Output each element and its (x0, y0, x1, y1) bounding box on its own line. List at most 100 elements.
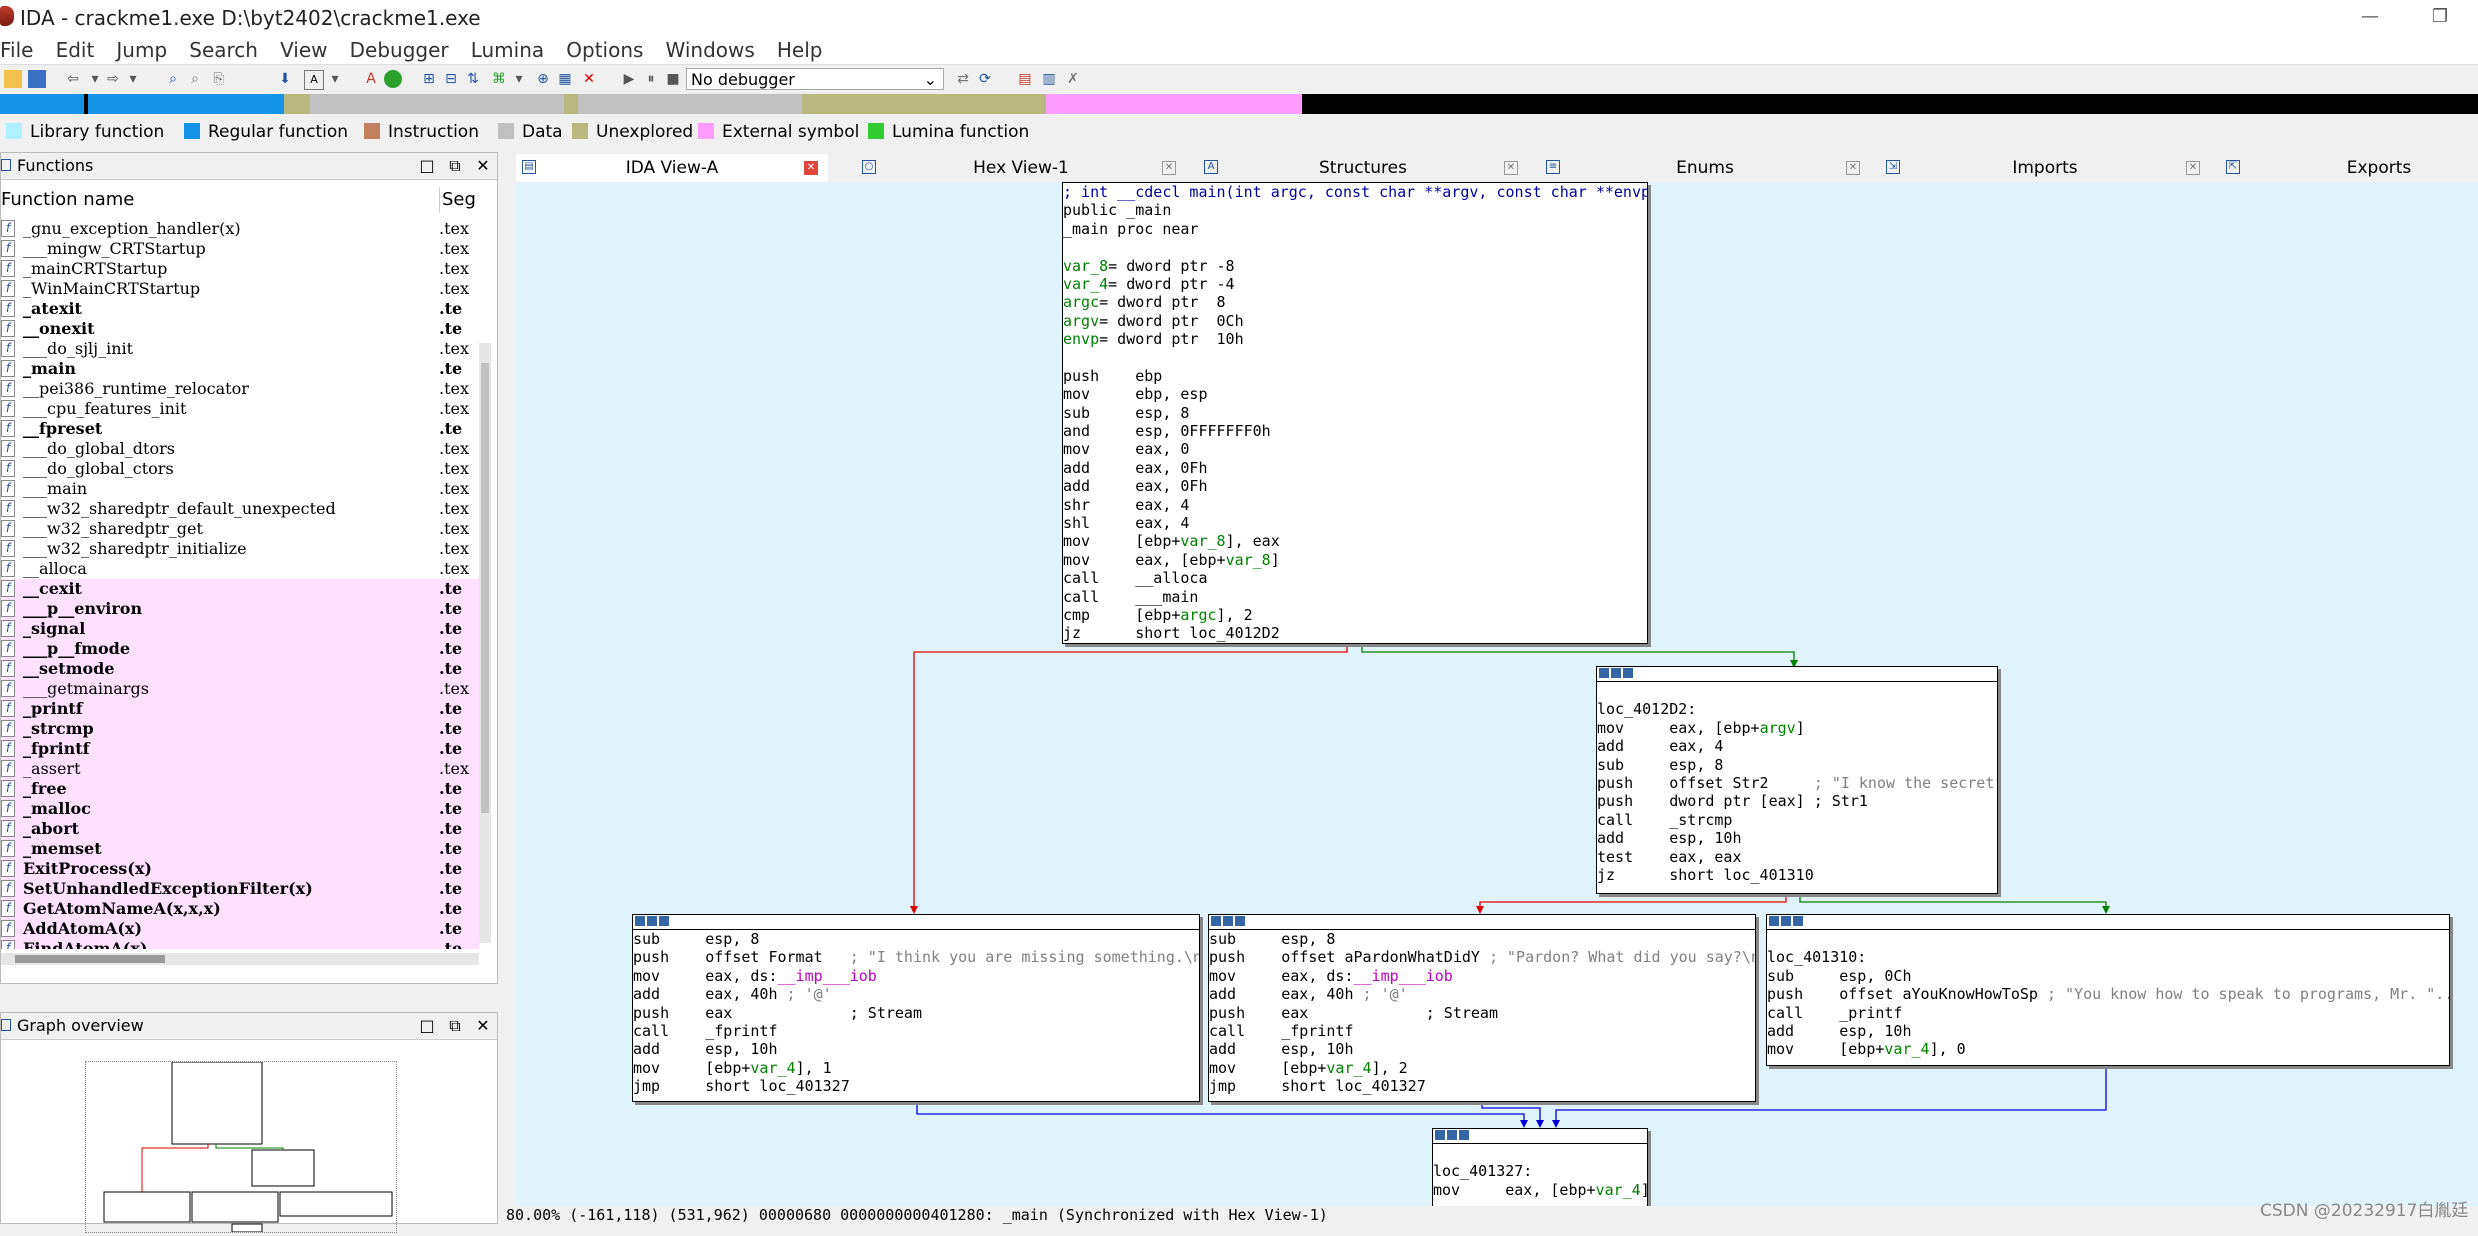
block-group-icon[interactable] (1223, 916, 1233, 926)
asm-line[interactable]: mov eax, ds:__imp___iob (1209, 967, 1755, 985)
xrefs-icon[interactable]: ⇅ (464, 70, 482, 88)
asm-line[interactable]: envp= dword ptr 10h (1063, 330, 1647, 348)
function-row[interactable]: f _WinMainCRTStartup .tex (1, 279, 479, 299)
function-row[interactable]: f _signal .te (1, 619, 479, 639)
scrollbar-thumb[interactable] (481, 363, 489, 813)
start-debugger-icon[interactable]: ▶ (620, 70, 638, 88)
forward-icon[interactable]: ⇨ (104, 70, 122, 88)
asm-line[interactable]: sub esp, 8 (1597, 756, 1997, 774)
asm-line[interactable]: add eax, 0Fh (1063, 459, 1647, 477)
asm-line[interactable]: sub esp, 8 (633, 930, 1199, 948)
asm-line[interactable]: sub esp, 8 (1209, 930, 1755, 948)
block-group-icon[interactable] (1447, 1130, 1457, 1140)
block-color-icon[interactable] (635, 916, 645, 926)
block-group-icon[interactable] (647, 916, 657, 926)
forward-dropdown-icon[interactable]: ▾ (124, 70, 142, 88)
function-row[interactable]: f AddAtomA(x) .te (1, 919, 479, 939)
function-row[interactable]: f ___w32_sharedptr_initialize .tex (1, 539, 479, 559)
function-row[interactable]: f ___w32_sharedptr_default_unexpected .tex (1, 499, 479, 519)
menu-lumina[interactable]: Lumina (471, 36, 544, 64)
debugger-select[interactable]: No debugger ⌄ (686, 68, 944, 90)
function-row[interactable]: f FindAtomA(x) .te (1, 939, 479, 949)
function-row[interactable]: f ___getmainargs .tex (1, 679, 479, 699)
overview-viewport[interactable] (85, 1061, 397, 1233)
asm-line[interactable]: test eax, eax (1597, 848, 1997, 866)
function-row[interactable]: f _printf .te (1, 699, 479, 719)
block-missing-something[interactable]: sub esp, 8 push offset Format ; "I think … (632, 914, 1200, 1102)
tab-close-icon[interactable]: ✕ (804, 161, 818, 175)
block-loc-401327[interactable]: loc_401327:mov eax, [ebp+var_4] (1432, 1128, 1648, 1206)
asm-line[interactable]: mov [ebp+var_4], 0 (1767, 1040, 2449, 1058)
asm-line[interactable]: push dword ptr [eax] ; Str1 (1597, 792, 1997, 810)
function-row[interactable]: f ___cpu_features_init .tex (1, 399, 479, 419)
function-row[interactable]: f ___p__fmode .te (1, 639, 479, 659)
function-row[interactable]: f ___main .tex (1, 479, 479, 499)
run-script-icon[interactable] (384, 70, 402, 88)
asm-line[interactable]: push offset aPardonWhatDidY ; "Pardon? W… (1209, 948, 1755, 966)
function-row[interactable]: f _strcmp .te (1, 719, 479, 739)
menu-file[interactable]: File (0, 36, 33, 64)
function-row[interactable]: f _assert .tex (1, 759, 479, 779)
function-row[interactable]: f _mainCRTStartup .tex (1, 259, 479, 279)
menu-edit[interactable]: Edit (56, 36, 95, 64)
function-row[interactable]: f _gnu_exception_handler(x) .tex (1, 219, 479, 239)
structures-icon[interactable]: ⊞ (420, 70, 438, 88)
function-row[interactable]: f ExitProcess(x) .te (1, 859, 479, 879)
block-loc-4012d2[interactable]: loc_4012D2: mov eax, [ebp+argv] add eax, 4… (1596, 666, 1998, 894)
asm-line[interactable]: ; int __cdecl main(int argc, const char … (1063, 183, 1647, 201)
function-row[interactable]: f _fprintf .te (1, 739, 479, 759)
asm-line[interactable]: push eax ; Stream (1209, 1004, 1755, 1022)
block-pardon[interactable]: sub esp, 8 push offset aPardonWhatDidY ; … (1208, 914, 1756, 1102)
asm-line[interactable]: add esp, 10h (633, 1040, 1199, 1058)
asm-line[interactable]: mov eax, [ebp+argv] (1597, 719, 1997, 737)
column-segment[interactable]: Seg (439, 187, 476, 213)
asm-line[interactable]: shl eax, 4 (1063, 514, 1647, 532)
tab-close-icon[interactable]: ✕ (1504, 161, 1518, 175)
tab-exports[interactable]: ⇱ Exports (2220, 154, 2478, 182)
asm-line[interactable]: jmp short loc_401327 (1209, 1077, 1755, 1095)
asm-line[interactable]: push offset Format ; "I think you are mi… (633, 948, 1199, 966)
block-group-icon[interactable] (1781, 916, 1791, 926)
restore-button[interactable]: ❐ (2420, 2, 2460, 32)
asm-line[interactable]: mov [ebp+var_4], 1 (633, 1059, 1199, 1077)
block-header[interactable] (1433, 1129, 1647, 1144)
block-color-icon[interactable] (1435, 1130, 1445, 1140)
block-header[interactable] (1597, 667, 1997, 682)
function-row[interactable]: f ___w32_sharedptr_get .tex (1, 519, 479, 539)
graph-icon[interactable]: ⌘ (490, 70, 508, 88)
function-row[interactable]: f SetUnhandledExceptionFilter(x) .te (1, 879, 479, 899)
panel-float-icon[interactable]: ⧉ (443, 153, 467, 179)
asm-line[interactable]: jz short loc_401310 (1597, 866, 1997, 884)
marks-icon[interactable]: ▥ (1040, 70, 1058, 88)
function-row[interactable]: f __cexit .te (1, 579, 479, 599)
asm-line[interactable] (1433, 1144, 1647, 1162)
tab-enums[interactable]: ≡ Enums ✕ (1540, 154, 1870, 182)
asm-line[interactable]: mov [ebp+var_4], 2 (1209, 1059, 1755, 1077)
function-row[interactable]: f __onexit .te (1, 319, 479, 339)
functions-horizontal-scrollbar[interactable] (1, 953, 479, 965)
asm-line[interactable]: mov eax, 0 (1063, 440, 1647, 458)
asm-line[interactable]: jz short loc_4012D2 (1063, 624, 1647, 642)
tab-imports[interactable]: ⇲ Imports ✕ (1880, 154, 2210, 182)
block-header[interactable] (633, 915, 1199, 930)
ida-graph-view[interactable]: ; int __cdecl main(int argc, const char … (516, 182, 2478, 1206)
block-color-icon[interactable] (1211, 916, 1221, 926)
asm-line[interactable]: sub esp, 8 (1063, 404, 1647, 422)
enums-icon[interactable]: ⊟ (442, 70, 460, 88)
asm-line[interactable]: shr eax, 4 (1063, 496, 1647, 514)
asm-line[interactable]: argc= dword ptr 8 (1063, 293, 1647, 311)
back-icon[interactable]: ⇦ (64, 70, 82, 88)
block-list-icon[interactable] (1623, 668, 1633, 678)
function-row[interactable]: f __fpreset .te (1, 419, 479, 439)
asm-line[interactable]: call _printf (1767, 1004, 2449, 1022)
asm-line[interactable]: push offset Str2 ; "I know the secret" (1597, 774, 1997, 792)
tab-ida-view-a[interactable]: ▤ IDA View-A ✕ (516, 154, 828, 182)
asm-line[interactable]: push offset aYouKnowHowToSp ; "You know … (1767, 985, 2449, 1003)
block-color-icon[interactable] (1769, 916, 1779, 926)
asm-line[interactable]: loc_4012D2: (1597, 700, 1997, 718)
bookmark-icon[interactable]: ▤ (1016, 70, 1034, 88)
clear-icon[interactable]: ✗ (1064, 70, 1082, 88)
tab-close-icon[interactable]: ✕ (1162, 161, 1176, 175)
save-icon[interactable] (28, 70, 46, 88)
block-list-icon[interactable] (659, 916, 669, 926)
